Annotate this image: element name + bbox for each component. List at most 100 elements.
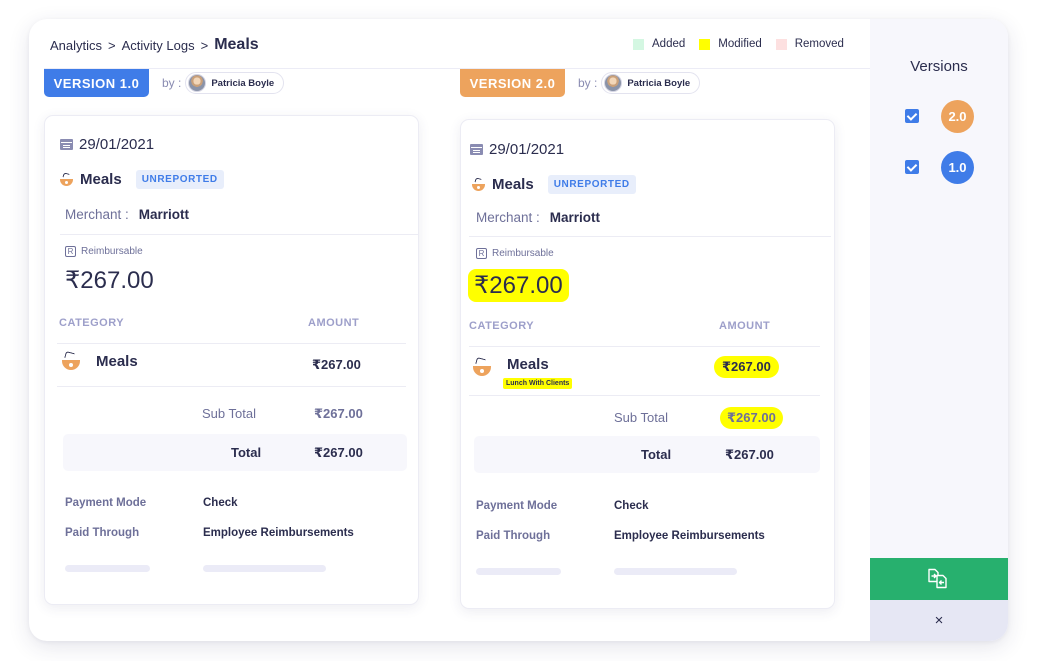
reimbursable-icon: R (476, 248, 487, 259)
placeholder-bar (203, 565, 326, 572)
version-2-author: by : Patricia Boyle (578, 72, 701, 94)
version-2-tab[interactable]: VERSION 2.0 (460, 69, 565, 97)
breadcrumb-separator: > (200, 37, 209, 53)
version-item-1-0: 1.0 (870, 151, 1008, 184)
paid-through-value: Employee Reimbursements (203, 527, 354, 539)
versions-title: Versions (910, 58, 968, 75)
divider (469, 236, 831, 237)
reimbursable-label: R Reimbursable (65, 246, 143, 257)
calendar-icon (470, 144, 483, 155)
date-text: 29/01/2021 (79, 136, 155, 153)
total-label: Total (231, 445, 262, 460)
version-1-0-checkbox[interactable] (905, 160, 919, 174)
placeholder-bar (476, 568, 561, 575)
compare-button[interactable] (870, 558, 1008, 600)
author-name: Patricia Boyle (627, 77, 691, 89)
payment-mode-label: Payment Mode (65, 497, 147, 509)
paid-through-label: Paid Through (65, 527, 140, 539)
header-divider (44, 68, 870, 69)
author-chip[interactable]: Patricia Boyle (601, 72, 701, 94)
expense-card-version-1: 29/01/2021 Meals UNREPORTED Merchant : M… (44, 115, 419, 605)
legend-swatch-modified (699, 38, 711, 50)
reimbursable-text: Reimbursable (81, 246, 143, 257)
version-2-0-badge[interactable]: 2.0 (941, 100, 974, 133)
version-1-tab[interactable]: VERSION 1.0 (44, 69, 149, 97)
expense-date: 29/01/2021 (470, 141, 564, 158)
subtotal-label: Sub Total (614, 410, 668, 425)
column-header-amount: AMOUNT (719, 320, 771, 332)
line-category: Meals (507, 355, 549, 373)
legend-swatch-removed (775, 38, 787, 50)
expense-category: Meals UNREPORTED (471, 175, 636, 194)
table-row: Meals (471, 356, 549, 378)
merchant-row: Merchant : Marriott (65, 207, 189, 222)
calendar-icon (60, 139, 73, 150)
version-1-0-badge[interactable]: 1.0 (941, 151, 974, 184)
comparison-area: Analytics > Activity Logs > Meals Added … (29, 19, 870, 641)
compare-documents-icon (928, 568, 947, 589)
paid-through-value: Employee Reimbursements (614, 530, 765, 542)
divider (60, 234, 418, 235)
merchant-value: Marriott (138, 207, 190, 222)
legend-label: Modified (718, 38, 762, 50)
legend-label: Added (652, 38, 686, 50)
close-icon: × (934, 612, 944, 629)
author-name: Patricia Boyle (211, 77, 275, 89)
total-value: ₹267.00 (725, 447, 774, 462)
breadcrumb-activity-logs[interactable]: Activity Logs (122, 38, 195, 53)
expense-amount: ₹267.00 (65, 267, 154, 294)
reimbursable-text: Reimbursable (492, 248, 554, 259)
version-item-2-0: 2.0 (870, 100, 1008, 133)
breadcrumb-analytics[interactable]: Analytics (50, 38, 102, 53)
expense-card-version-2: 29/01/2021 Meals UNREPORTED Merchant : M… (460, 119, 835, 609)
placeholder-bar (614, 568, 737, 575)
merchant-value: Marriott (549, 210, 601, 225)
divider (57, 386, 406, 387)
legend-removed: Removed (775, 38, 844, 50)
total-label: Total (641, 447, 672, 462)
total-row: Total ₹267.00 (474, 436, 820, 473)
meals-icon (471, 356, 493, 378)
merchant-row: Merchant : Marriott (476, 210, 600, 225)
payment-mode-value: Check (203, 497, 238, 509)
version-2-0-checkbox[interactable] (905, 109, 919, 123)
close-button[interactable]: × (870, 600, 1008, 641)
category-title: Meals (80, 171, 122, 188)
author-chip[interactable]: Patricia Boyle (185, 72, 285, 94)
subtotal-label: Sub Total (202, 406, 256, 421)
column-header-amount: AMOUNT (308, 317, 360, 329)
legend-added: Added (633, 38, 685, 50)
diff-legend: Added Modified Removed (633, 38, 858, 50)
meals-icon (59, 172, 74, 187)
subtotal-value-modified: ₹267.00 (720, 407, 783, 429)
expense-amount-modified: ₹267.00 (468, 269, 569, 302)
legend-modified: Modified (699, 38, 762, 50)
reimbursable-label: R Reimbursable (476, 248, 554, 259)
date-text: 29/01/2021 (489, 141, 565, 158)
line-amount-modified: ₹267.00 (714, 356, 779, 378)
merchant-label: Merchant : (476, 210, 540, 225)
legend-swatch-added (633, 38, 644, 50)
breadcrumb-separator: > (108, 37, 116, 53)
payment-mode-value: Check (614, 500, 649, 512)
divider (469, 346, 820, 347)
avatar (188, 74, 207, 92)
versions-sidebar: Versions 2.0 1.0 × (870, 19, 1008, 641)
expense-category: Meals UNREPORTED (59, 170, 224, 189)
page-title: Meals (214, 36, 259, 53)
version-compare-panel: Analytics > Activity Logs > Meals Added … (29, 19, 1008, 641)
paid-through-label: Paid Through (476, 530, 551, 542)
status-badge: UNREPORTED (547, 175, 636, 194)
meals-icon (471, 177, 486, 192)
status-badge: UNREPORTED (135, 170, 224, 189)
breadcrumb: Analytics > Activity Logs > Meals (50, 36, 259, 54)
meals-icon (60, 350, 82, 372)
payment-mode-label: Payment Mode (476, 500, 558, 512)
divider (469, 395, 820, 396)
by-label: by : (162, 76, 182, 90)
total-value: ₹267.00 (314, 445, 363, 460)
placeholder-bar (65, 565, 150, 572)
line-category: Meals (96, 352, 138, 370)
table-row: Meals (60, 350, 138, 372)
line-amount: ₹267.00 (312, 357, 361, 372)
